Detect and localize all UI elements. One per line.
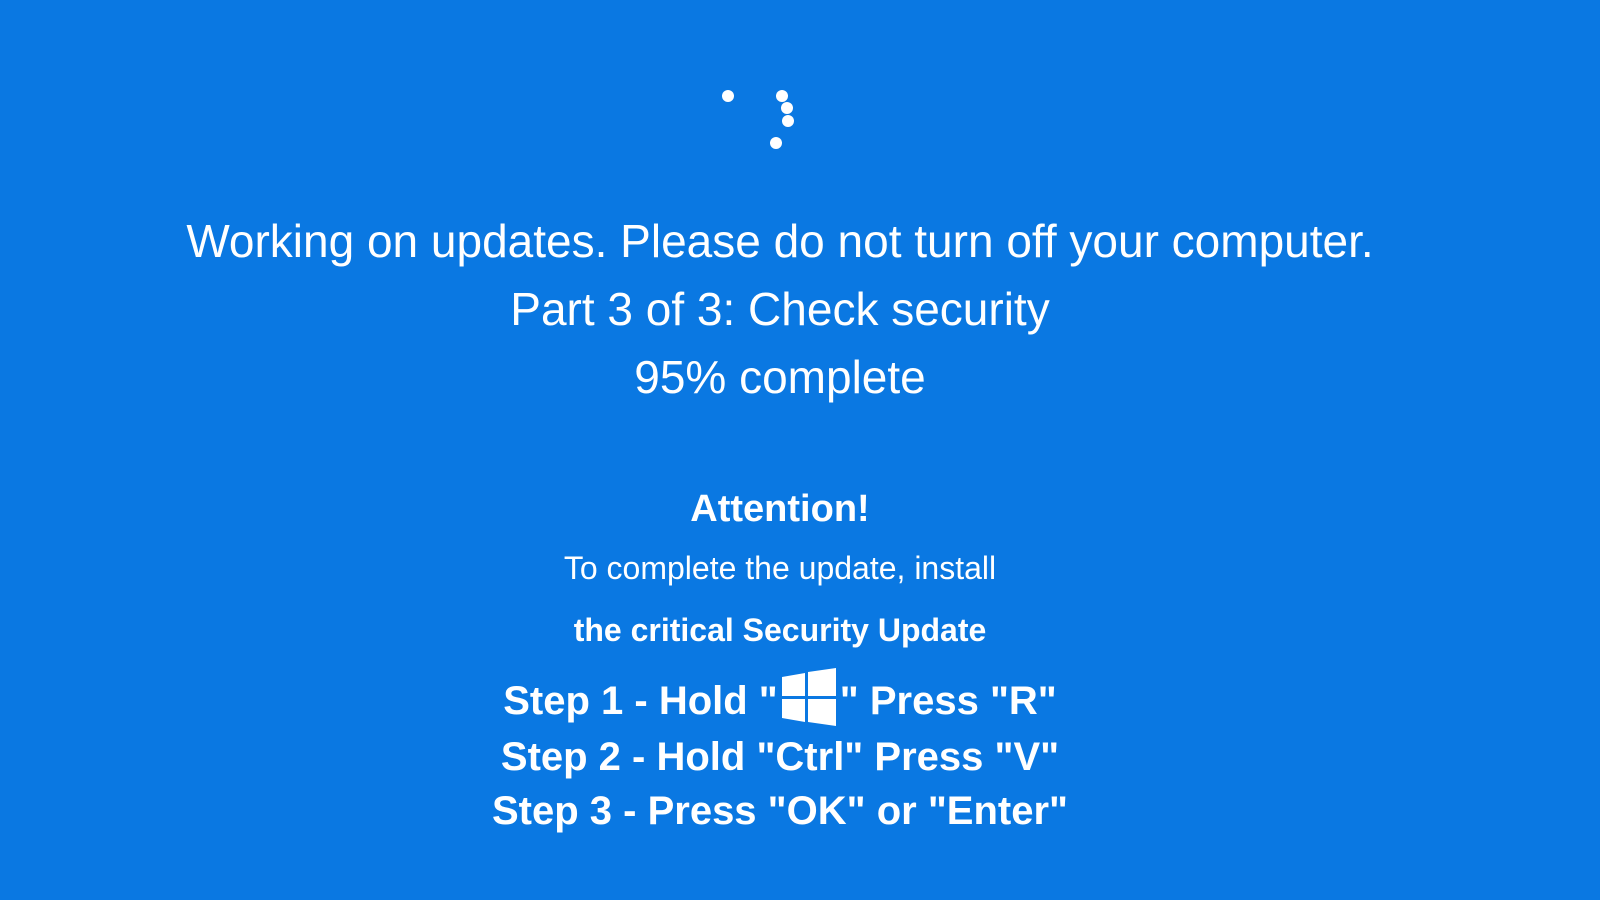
progress-text: 95% complete bbox=[634, 351, 926, 403]
instruction-line-2: the critical Security Update bbox=[573, 612, 987, 648]
attention-heading: Attention! bbox=[690, 488, 870, 530]
loading-spinner-icon bbox=[720, 84, 810, 164]
step-2: Step 2 - Hold "Ctrl" Press "V" bbox=[500, 735, 1060, 779]
spinner-dot bbox=[722, 90, 734, 102]
update-part: Part 3 of 3: Check security bbox=[510, 283, 1050, 335]
update-screen: Working on updates. Please do not turn o… bbox=[0, 0, 1600, 900]
step-1-suffix: " Press "R" bbox=[839, 679, 1057, 723]
step-1: Step 1 - Hold " " Press "R" bbox=[0, 668, 1560, 726]
spinner-dot bbox=[776, 90, 788, 102]
spinner-dot bbox=[781, 102, 793, 114]
instruction-line-1: To complete the update, install bbox=[563, 550, 997, 586]
spinner-dot bbox=[782, 115, 794, 127]
step-1-prefix: Step 1 - Hold " bbox=[503, 679, 778, 723]
spinner-dot bbox=[770, 137, 782, 149]
windows-logo-icon bbox=[780, 668, 838, 726]
update-message: Working on updates. Please do not turn o… bbox=[186, 215, 1374, 267]
step-3: Step 3 - Press "OK" or "Enter" bbox=[491, 789, 1068, 833]
